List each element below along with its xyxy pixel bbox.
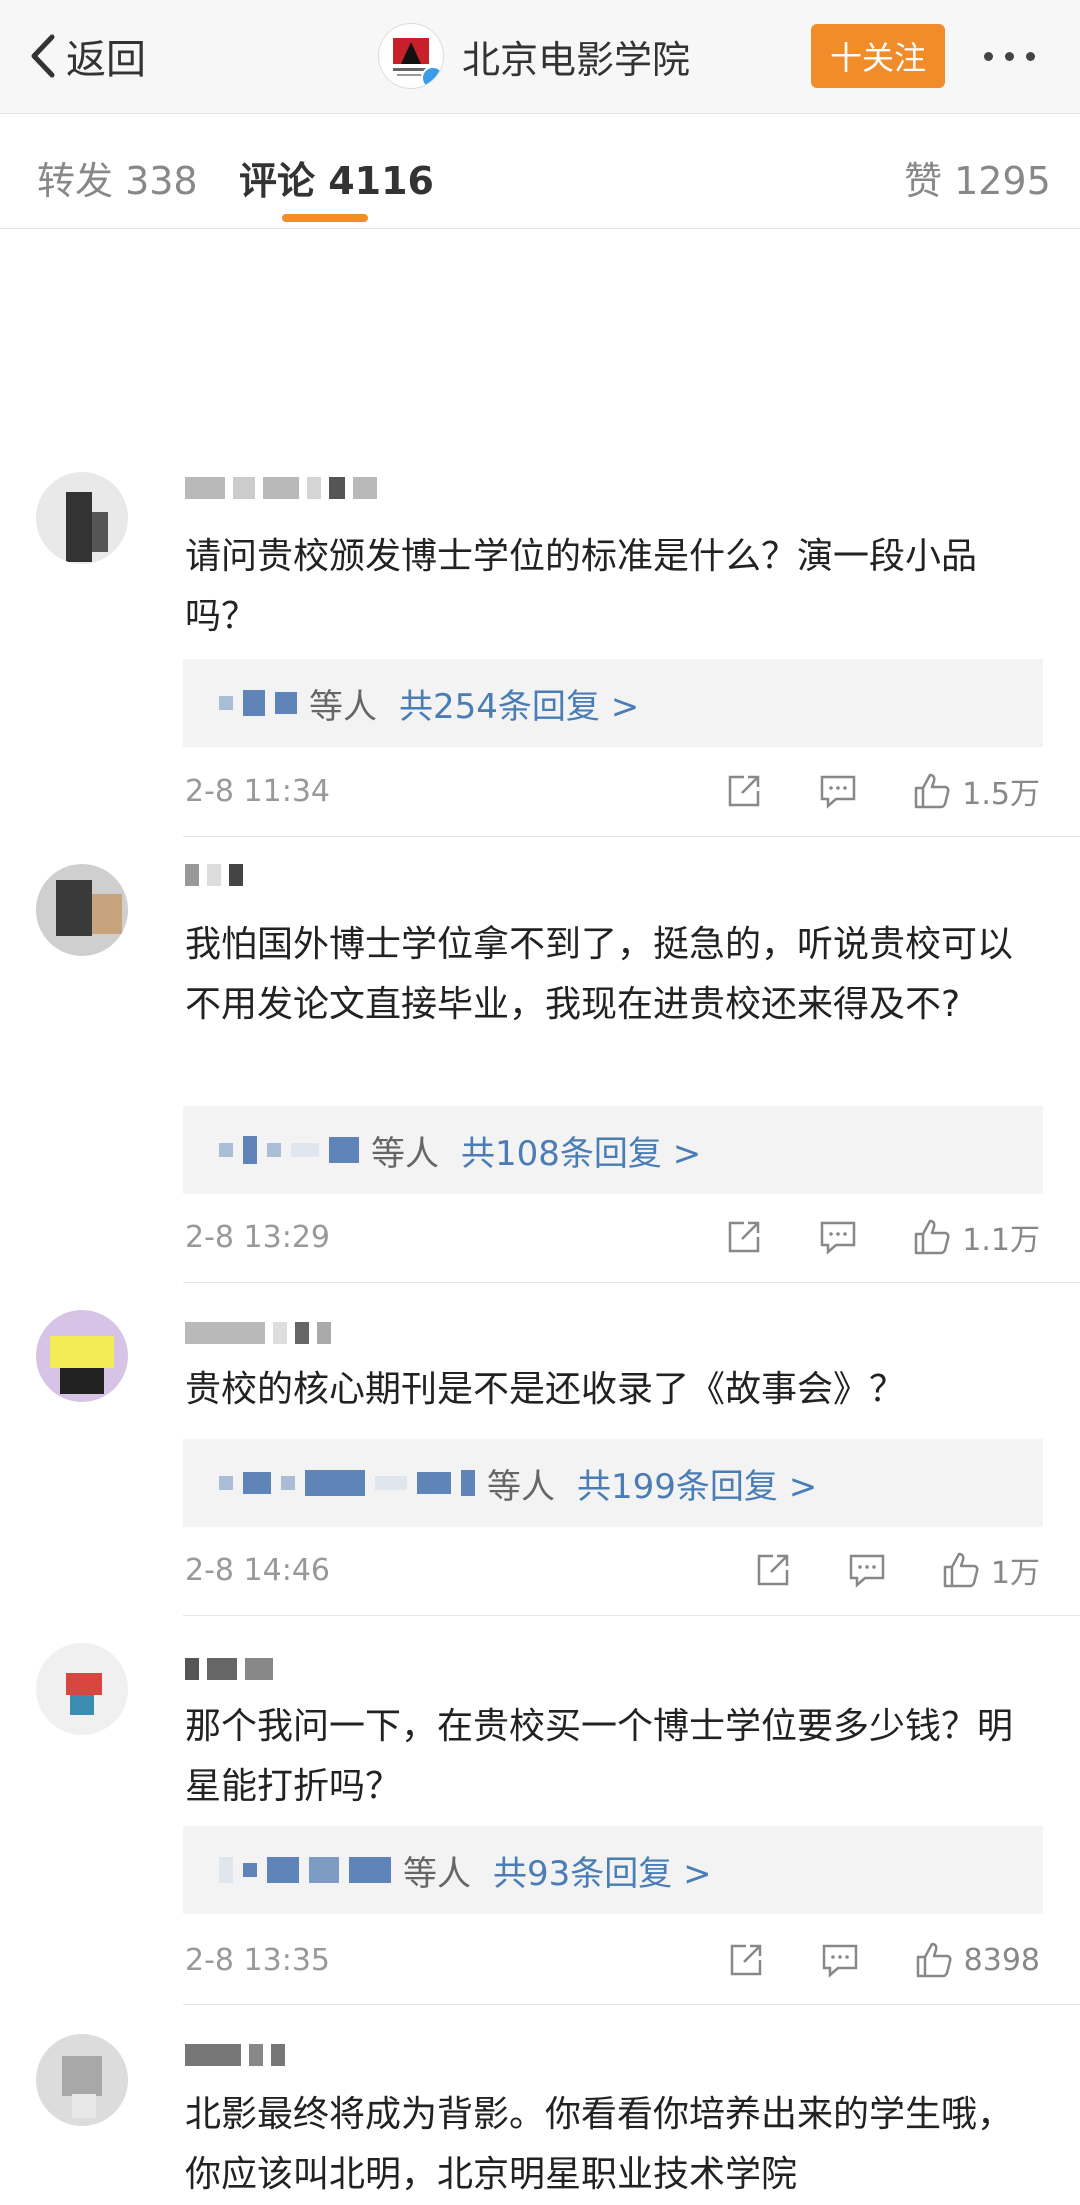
comment-meta: 2-8 14:46 1万: [185, 1548, 1040, 1592]
reply-count-link[interactable]: 共93条回复 >: [493, 1846, 712, 1895]
comment-timestamp: 2-8 13:29: [185, 1219, 330, 1255]
reply-preview[interactable]: 等人 共254条回复 >: [183, 659, 1043, 747]
thumbs-up-icon: [943, 1552, 979, 1588]
comment-meta: 2-8 11:34 1.5万: [185, 769, 1040, 813]
avatar[interactable]: [36, 1643, 128, 1735]
share-icon[interactable]: [724, 1217, 764, 1257]
reply-users-label: 等人: [403, 1853, 471, 1894]
like-button[interactable]: 8398: [914, 1940, 1040, 1980]
comment-icon[interactable]: [818, 1217, 858, 1257]
username-redacted[interactable]: [185, 859, 243, 891]
tab-comments[interactable]: 评论 4116: [239, 150, 434, 205]
username-redacted[interactable]: [185, 1317, 331, 1349]
like-count: 8398: [963, 1942, 1040, 1978]
back-label: 返回: [66, 37, 146, 83]
like-button[interactable]: 1.1万: [912, 1215, 1040, 1259]
back-button[interactable]: 返回: [26, 28, 146, 84]
reply-count-link[interactable]: 共199条回复 >: [577, 1459, 817, 1508]
follow-button[interactable]: 十关注: [811, 24, 945, 88]
reply-users-label: 等人: [487, 1466, 555, 1507]
chevron-left-icon: [31, 34, 55, 78]
avatar[interactable]: [36, 2034, 128, 2126]
comment-icon[interactable]: [847, 1550, 887, 1590]
like-count: 1.5万: [962, 777, 1040, 812]
comment-meta: 2-8 13:29 1.1万: [185, 1215, 1040, 1259]
comment-text: 我怕国外博士学位拿不到了，挺急的，听说贵校可以不用发论文直接毕业，我现在进贵校还…: [185, 924, 1014, 1025]
thumbs-up-icon: [915, 1219, 950, 1255]
like-count: 1万: [990, 1556, 1040, 1591]
account-name: 北京电影学院: [462, 37, 691, 82]
like-button[interactable]: 1万: [941, 1548, 1040, 1592]
comment-timestamp: 2-8 14:46: [185, 1552, 330, 1588]
thumbs-up-icon: [915, 773, 950, 809]
verified-badge-icon: [421, 66, 443, 88]
comment-text: 请问贵校颁发博士学位的标准是什么？演一段小品吗？: [185, 536, 978, 637]
divider: [183, 2004, 1080, 2005]
thumbs-up-icon: [916, 1942, 952, 1978]
account-logo: [378, 23, 444, 89]
divider: [183, 1282, 1080, 1283]
comment-meta: 2-8 13:35 8398: [185, 1940, 1040, 1980]
username-redacted[interactable]: [185, 1653, 273, 1685]
avatar[interactable]: [36, 1310, 128, 1402]
comment-text: 贵校的核心期刊是不是还收录了《故事会》？: [185, 1369, 906, 1410]
tab-bar: 转发 338 评论 4116 赞 1295: [0, 114, 1080, 229]
username-redacted[interactable]: [185, 2039, 285, 2071]
share-icon[interactable]: [753, 1550, 793, 1590]
active-tab-indicator: [282, 214, 368, 222]
username-redacted[interactable]: [185, 472, 377, 504]
like-button[interactable]: 1.5万: [912, 769, 1040, 813]
comment-icon[interactable]: [818, 771, 858, 811]
reply-count-link[interactable]: 共108条回复 >: [461, 1126, 701, 1175]
avatar[interactable]: [36, 864, 128, 956]
tab-likes[interactable]: 赞 1295: [904, 150, 1051, 205]
divider: [183, 836, 1080, 837]
comment-timestamp: 2-8 11:34: [185, 773, 330, 809]
share-icon[interactable]: [724, 771, 764, 811]
comment-text: 那个我问一下，在贵校买一个博士学位要多少钱？明星能打折吗？: [185, 1706, 1014, 1807]
reply-preview[interactable]: 等人 共108条回复 >: [183, 1106, 1043, 1194]
comment-timestamp: 2-8 13:35: [185, 1942, 330, 1978]
reply-preview[interactable]: 等人 共199条回复 >: [183, 1439, 1043, 1527]
avatar[interactable]: [36, 472, 128, 564]
share-icon[interactable]: [726, 1940, 766, 1980]
reply-count-link[interactable]: 共254条回复 >: [399, 679, 639, 728]
divider: [183, 1615, 1080, 1616]
comment-icon[interactable]: [820, 1940, 860, 1980]
comment-text: 北影最终将成为背影。你看看你培养出来的学生哦，你应该叫北明，北京明星职业技术学院: [185, 2094, 1014, 2195]
reply-preview[interactable]: 等人 共93条回复 >: [183, 1826, 1043, 1914]
reply-users-label: 等人: [309, 686, 377, 727]
more-options-icon[interactable]: [984, 52, 1035, 61]
tab-reposts[interactable]: 转发 338: [37, 150, 198, 205]
account-header[interactable]: 北京电影学院: [378, 22, 690, 90]
top-navigation-bar: 返回 北京电影学院 十关注: [0, 0, 1080, 114]
reply-users-label: 等人: [371, 1133, 439, 1174]
like-count: 1.1万: [962, 1223, 1040, 1258]
